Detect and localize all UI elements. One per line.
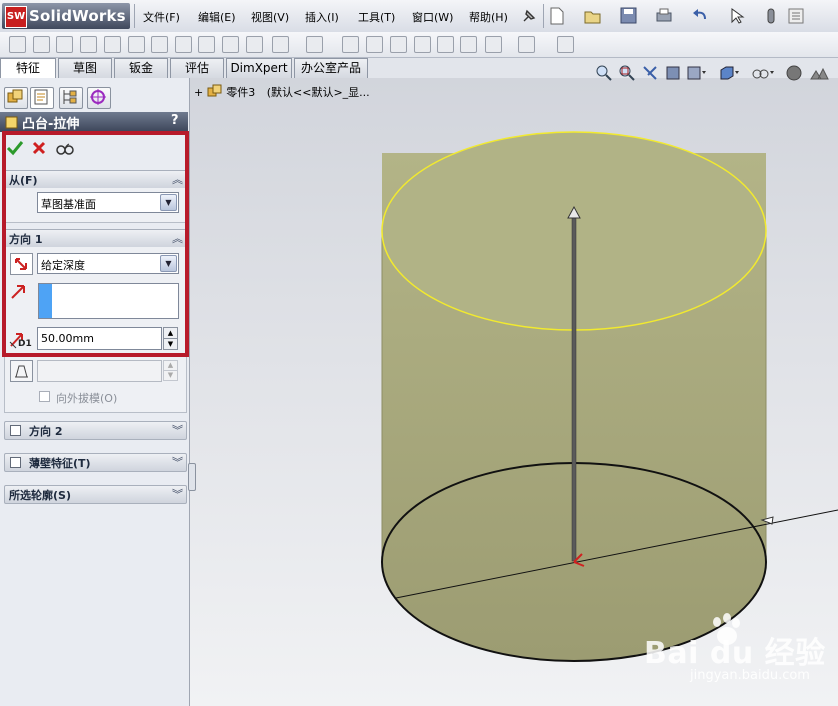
direction2-group-header[interactable]: 方向 2 ︾ [4,421,187,440]
toolbar-grey-icon[interactable] [9,36,26,53]
property-manager-tab[interactable] [30,87,54,109]
sw-logo-icon: SW [5,6,27,28]
menu-tools[interactable]: 工具(T) [358,9,395,25]
draft-toggle-button[interactable] [10,360,33,382]
extrude-depth-arrow[interactable] [571,215,577,562]
tab-features[interactable]: 特征 [0,58,56,79]
toolbar-grey-icon[interactable] [518,36,535,53]
expand-chevron-icon[interactable]: ︾ [172,454,183,470]
toolbar-grey-icon[interactable] [104,36,121,53]
rebuild-icon[interactable] [764,7,778,25]
panel-splitter-handle[interactable] [188,463,196,491]
toolbar-grey-icon[interactable] [272,36,289,53]
toolbar-grey-icon[interactable] [56,36,73,53]
pushpin-icon[interactable] [520,7,538,25]
selected-contours-group-label: 所选轮廓(S) [9,489,71,502]
menu-insert[interactable]: 插入(I) [305,9,339,25]
undo-icon[interactable] [691,7,709,25]
save-icon[interactable] [620,7,638,25]
selected-contours-group-header[interactable]: 所选轮廓(S) ︾ [4,485,187,504]
toolbar-grey-icon[interactable] [246,36,263,53]
options-icon[interactable] [787,7,805,25]
dimxpert-manager-tab[interactable] [87,87,111,109]
menu-view[interactable]: 视图(V) [251,9,289,25]
tab-sketch[interactable]: 草图 [58,58,112,78]
print-icon[interactable] [655,7,673,25]
property-manager-title: 凸台-拉伸 [22,117,80,132]
highlight-annotation-box [2,131,189,357]
toolbar-grey-icon[interactable] [80,36,97,53]
open-folder-icon[interactable] [584,7,602,25]
toolbar-grey-icon[interactable] [306,36,323,53]
feature-manager-tab[interactable] [4,87,28,109]
baidu-watermark-url: jingyan.baidu.com [690,668,810,683]
toolbar-grey-icon[interactable] [33,36,50,53]
property-manager-icon [34,89,48,105]
draft-outward-label: 向外拔模(O) [56,392,118,405]
expand-chevron-icon[interactable]: ︾ [172,486,183,502]
menu-separator [543,4,544,28]
app-name: SolidWorks [29,7,126,25]
toolbar-grey-icon[interactable] [198,36,215,53]
expand-chevron-icon[interactable]: ︾ [172,422,183,438]
boss-extrude-icon [5,116,18,129]
tab-dimxpert[interactable]: DimXpert [226,58,292,78]
configuration-icon [63,90,77,104]
toolbar-grey-icon[interactable] [460,36,477,53]
baidu-watermark: Bai du 经验 [644,636,826,671]
tab-sheet-metal[interactable]: 钣金 [114,58,168,78]
toolbar-grey-icon[interactable] [222,36,239,53]
configuration-manager-tab[interactable] [59,87,83,109]
tab-evaluate[interactable]: 评估 [170,58,224,78]
select-cursor-icon[interactable] [729,7,745,25]
menu-file[interactable]: 文件(F) [143,9,180,25]
thin-feature-checkbox[interactable] [10,457,21,468]
draft-outward-checkbox [39,391,50,402]
toolbar-grey-icon[interactable] [437,36,454,53]
toolbar-grey-icon[interactable] [366,36,383,53]
toolbar-grey-icon[interactable] [414,36,431,53]
toolbar-grey-icon[interactable] [175,36,192,53]
draft-icon [15,365,28,378]
direction2-group-label: 方向 2 [29,425,63,438]
toolbar-grey-icon[interactable] [390,36,407,53]
draft-spin-down: ▼ [163,370,178,381]
menu-separator [134,4,135,28]
new-document-icon[interactable] [549,7,565,25]
thin-feature-group-header[interactable]: 薄壁特征(T) ︾ [4,453,187,472]
menu-edit[interactable]: 编辑(E) [198,9,236,25]
direction2-checkbox[interactable] [10,425,21,436]
menu-help[interactable]: 帮助(H) [469,9,508,25]
tab-office-products[interactable]: 办公室产品 [294,58,368,78]
thin-feature-group-label: 薄壁特征(T) [29,457,91,470]
menu-window[interactable]: 窗口(W) [412,9,453,25]
toolbar-grey-icon[interactable] [485,36,502,53]
solidworks-logo[interactable]: SW SolidWorks [2,3,130,29]
draft-angle-input [37,360,162,382]
toolbar-grey-icon[interactable] [342,36,359,53]
toolbar-grey-icon[interactable] [128,36,145,53]
feature-tree-icon [7,89,23,103]
help-button[interactable]: ? [171,113,179,128]
dimxpert-icon [90,89,106,105]
toolbar-grey-icon[interactable] [557,36,574,53]
toolbar-grey-icon[interactable] [151,36,168,53]
